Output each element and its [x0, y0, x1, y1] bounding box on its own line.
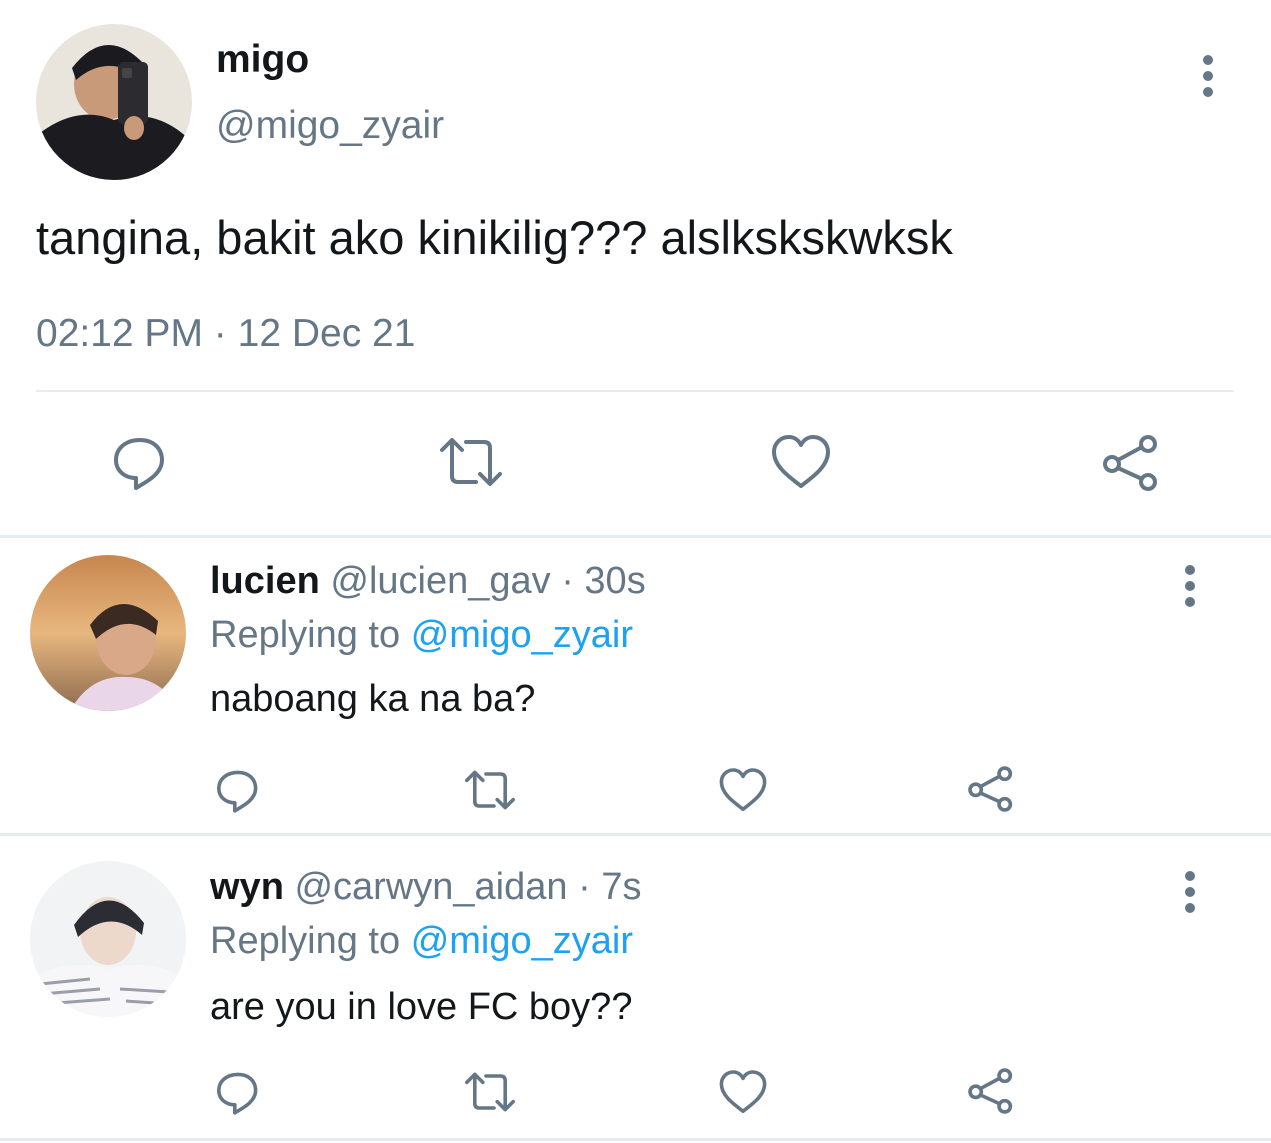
- replying-to-label: Replying to: [210, 614, 401, 656]
- retweet-icon[interactable]: [462, 1068, 518, 1116]
- divider: [0, 1138, 1271, 1141]
- retweet-icon[interactable]: [436, 432, 506, 492]
- share-icon[interactable]: [966, 764, 1016, 814]
- tweet-text: tangina, bakit ako kinikilig??? alslksks…: [36, 211, 953, 264]
- like-icon[interactable]: [770, 432, 832, 492]
- more-vertical-icon[interactable]: [1172, 564, 1208, 608]
- share-icon[interactable]: [1100, 432, 1162, 494]
- separator-dot: ·: [561, 560, 574, 602]
- tweet-timestamp: 02:12 PM · 12 Dec 21: [36, 312, 415, 356]
- main-tweet: migo @migo_zyair tangina, bakit ako kini…: [0, 0, 1271, 535]
- like-icon[interactable]: [718, 1068, 768, 1116]
- tweet-time: 02:12 PM: [36, 312, 203, 355]
- author-handle[interactable]: @migo_zyair: [216, 104, 444, 148]
- mention-link[interactable]: @migo_zyair: [411, 920, 633, 962]
- reply-header: lucien @lucien_gav · 30s: [210, 560, 646, 603]
- reply-tweet[interactable]: lucien @lucien_gav · 30s Replying to @mi…: [0, 538, 1271, 838]
- share-icon[interactable]: [966, 1066, 1016, 1116]
- more-vertical-icon[interactable]: [1172, 870, 1208, 914]
- comment-icon[interactable]: [214, 1068, 262, 1116]
- reply-text: are you in love FC boy??: [210, 986, 633, 1028]
- divider: [36, 390, 1234, 392]
- reply-author-name[interactable]: lucien: [210, 560, 320, 602]
- retweet-icon[interactable]: [462, 766, 518, 814]
- tweet-date: 12 Dec 21: [237, 312, 416, 355]
- avatar[interactable]: [30, 555, 186, 711]
- comment-icon[interactable]: [110, 432, 170, 492]
- reply-author-handle[interactable]: @carwyn_aidan: [294, 866, 567, 908]
- reply-author-name[interactable]: wyn: [210, 866, 284, 908]
- reply-time: 7s: [601, 866, 642, 908]
- like-icon[interactable]: [718, 766, 768, 814]
- reply-text: naboang ka na ba?: [210, 678, 536, 720]
- author-name[interactable]: migo: [216, 38, 309, 82]
- replying-to-label: Replying to: [210, 920, 401, 962]
- avatar[interactable]: [36, 24, 192, 180]
- replying-to: Replying to @migo_zyair: [210, 614, 633, 657]
- comment-icon[interactable]: [214, 766, 262, 814]
- reply-tweet[interactable]: wyn @carwyn_aidan · 7s Replying to @migo…: [0, 836, 1271, 1136]
- avatar[interactable]: [30, 861, 186, 1017]
- replying-to: Replying to @migo_zyair: [210, 920, 633, 963]
- separator-dot: ·: [578, 866, 591, 908]
- separator-dot: ·: [213, 312, 227, 355]
- mention-link[interactable]: @migo_zyair: [411, 614, 633, 656]
- reply-author-handle[interactable]: @lucien_gav: [330, 560, 550, 602]
- reply-time: 30s: [584, 560, 646, 602]
- reply-header: wyn @carwyn_aidan · 7s: [210, 866, 641, 909]
- more-vertical-icon[interactable]: [1190, 54, 1226, 98]
